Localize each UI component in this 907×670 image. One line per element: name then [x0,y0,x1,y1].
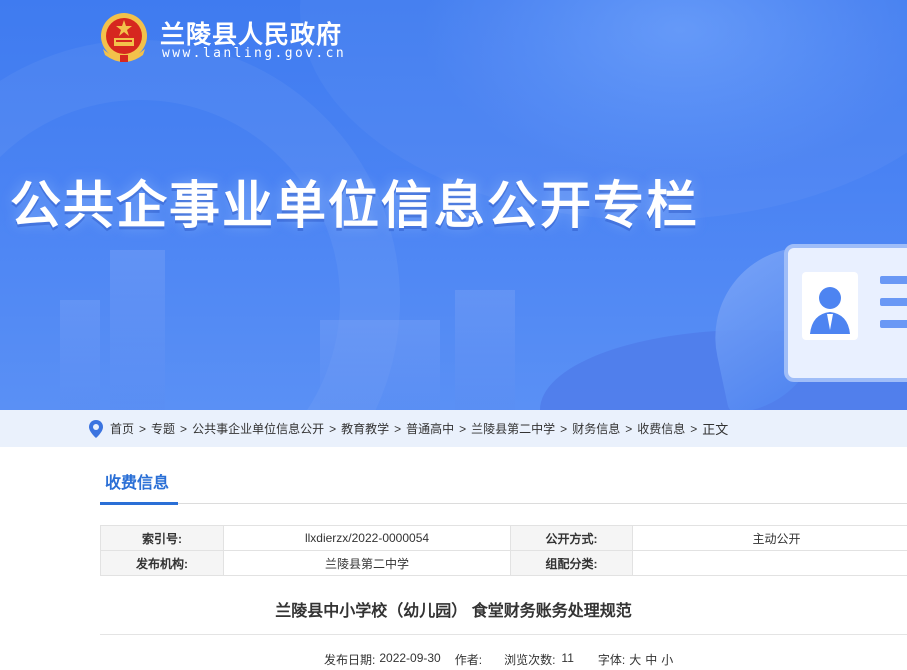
meta-key-category: 组配分类: [510,550,633,576]
breadcrumb-separator: > [459,421,467,436]
person-avatar-icon [802,272,858,340]
national-emblem-icon[interactable] [99,11,149,63]
article-info: 发布日期: 2022-09-30 作者: 浏览次数: 11 字体: 大 中 小 [324,651,673,668]
article-title: 兰陵县中小学校（幼儿园） 食堂财务账务处理规范 [275,603,632,620]
breadcrumb-fees[interactable]: 收费信息 [637,420,685,437]
author-label: 作者: [454,653,483,667]
font-size-large-button[interactable]: 大 [629,651,641,668]
breadcrumb-separator: > [625,421,633,436]
meta-key-index: 索引号: [100,525,224,551]
table-row: 发布机构: 兰陵县第二中学 组配分类: [100,550,907,576]
location-pin-icon [89,419,103,438]
font-size-label: 字体: [597,653,626,667]
meta-value-disclosure: 主动公开 [632,525,907,551]
header-banner: 兰陵县人民政府 www.lanling.gov.cn 公共企事业单位信息公开专栏 [0,0,907,410]
views-count: 11 [561,651,574,665]
breadcrumb-bar: 首页 > 专题 > 公共事企业单位信息公开 > 教育教学 > 普通高中 > 兰陵… [0,410,907,447]
breadcrumb-finance[interactable]: 财务信息 [572,420,620,437]
breadcrumb-separator: > [690,421,698,436]
banner-building [455,290,515,410]
section-header: 收费信息 [100,473,907,505]
meta-value-publisher: 兰陵县第二中学 [223,550,511,576]
breadcrumb-home[interactable]: 首页 [110,420,134,437]
section-underline [100,502,178,505]
breadcrumb-public-info[interactable]: 公共事企业单位信息公开 [192,420,324,437]
breadcrumb: 首页 > 专题 > 公共事企业单位信息公开 > 教育教学 > 普通高中 > 兰陵… [89,410,728,447]
section-title[interactable]: 收费信息 [105,473,169,504]
table-row: 索引号: llxdierzx/2022-0000054 公开方式: 主动公开 [100,525,907,551]
site-url[interactable]: www.lanling.gov.cn [162,46,346,61]
meta-key-disclosure: 公开方式: [510,525,633,551]
date-label: 发布日期: [324,653,376,667]
card-line [880,320,907,328]
id-card-illustration [784,244,907,382]
card-line [880,298,907,306]
meta-key-publisher: 发布机构: [100,550,224,576]
breadcrumb-topic[interactable]: 专题 [151,420,175,437]
views-label: 浏览次数: [504,653,556,667]
font-size-small-button[interactable]: 小 [661,651,673,668]
banner-headline: 公共企事业单位信息公开专栏 [10,177,700,236]
breadcrumb-education[interactable]: 教育教学 [341,420,389,437]
breadcrumb-separator: > [560,421,568,436]
meta-value-category [632,550,907,576]
breadcrumb-separator: > [329,421,337,436]
publish-date: 2022-09-30 [379,651,441,665]
font-size-medium-button[interactable]: 中 [645,651,657,668]
meta-value-index: llxdierzx/2022-0000054 [223,525,511,551]
document-meta-table: 索引号: llxdierzx/2022-0000054 公开方式: 主动公开 发… [100,525,907,576]
divider [100,634,907,635]
banner-building [320,320,440,410]
breadcrumb-current: 正文 [702,422,729,437]
breadcrumb-separator: > [394,421,402,436]
breadcrumb-separator: > [180,421,188,436]
breadcrumb-school[interactable]: 兰陵县第二中学 [471,420,555,437]
banner-building [110,250,165,410]
breadcrumb-high-school[interactable]: 普通高中 [406,420,454,437]
card-line [880,276,907,284]
breadcrumb-separator: > [139,421,147,436]
banner-building [60,300,100,410]
